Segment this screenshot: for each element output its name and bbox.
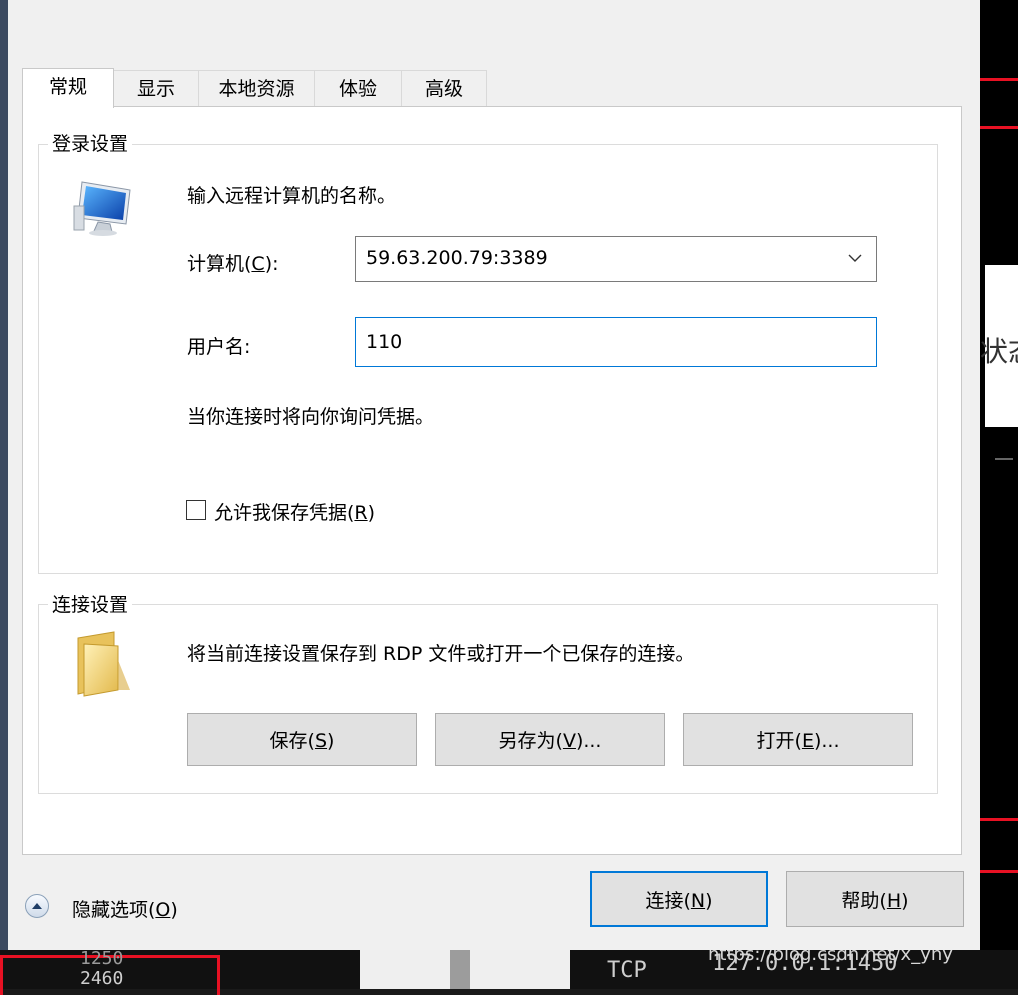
tab-local-resources[interactable]: 本地资源 [198, 70, 315, 107]
collapse-options-icon[interactable] [25, 894, 49, 918]
credential-note: 当你连接时将向你询问凭据。 [187, 406, 435, 428]
background-red-line [980, 818, 1018, 821]
username-input[interactable] [355, 317, 877, 367]
computer-value: 59.63.200.79:3389 [366, 247, 548, 269]
chevron-down-icon[interactable] [848, 251, 862, 265]
connection-settings-title: 连接设置 [48, 593, 133, 617]
tab-display[interactable]: 显示 [113, 70, 199, 107]
tab-general[interactable]: 常规 [22, 68, 114, 108]
computer-combobox[interactable]: 59.63.200.79:3389 [355, 236, 877, 282]
background-console [980, 0, 1018, 989]
save-button[interactable]: 保存(S) [187, 713, 417, 766]
save-credentials-label[interactable]: 允许我保存凭据(R) [214, 498, 375, 525]
background-red-line [980, 870, 1018, 873]
open-button[interactable]: 打开(E)... [683, 713, 913, 766]
background-number: 1250 [80, 948, 124, 969]
folder-icon [77, 631, 130, 697]
background-red-line [980, 126, 1018, 129]
background-block [450, 950, 470, 989]
background-dash [995, 458, 1013, 460]
background-number: 2460 [80, 968, 124, 989]
background-status-text: 状态 [980, 335, 1018, 368]
background-red-line [980, 78, 1018, 81]
tab-experience[interactable]: 体验 [314, 70, 402, 107]
save-credentials-checkbox[interactable] [186, 500, 206, 520]
help-button[interactable]: 帮助(H) [786, 871, 964, 927]
computer-label: 计算机(C): [187, 253, 279, 275]
login-instruction: 输入远程计算机的名称。 [187, 185, 397, 207]
save-as-button[interactable]: 另存为(V)... [435, 713, 665, 766]
tab-advanced[interactable]: 高级 [401, 70, 487, 107]
connection-description: 将当前连接设置保存到 RDP 文件或打开一个已保存的连接。 [187, 643, 695, 665]
username-label: 用户名: [187, 336, 251, 358]
computer-icon [73, 181, 131, 236]
chevron-up-icon [32, 903, 42, 909]
login-settings-title: 登录设置 [48, 132, 133, 156]
connect-button[interactable]: 连接(N) [590, 871, 768, 927]
background-window-edge [0, 0, 8, 950]
hide-options-link[interactable]: 隐藏选项(O) [72, 895, 178, 922]
background-protocol: TCP [607, 958, 647, 983]
